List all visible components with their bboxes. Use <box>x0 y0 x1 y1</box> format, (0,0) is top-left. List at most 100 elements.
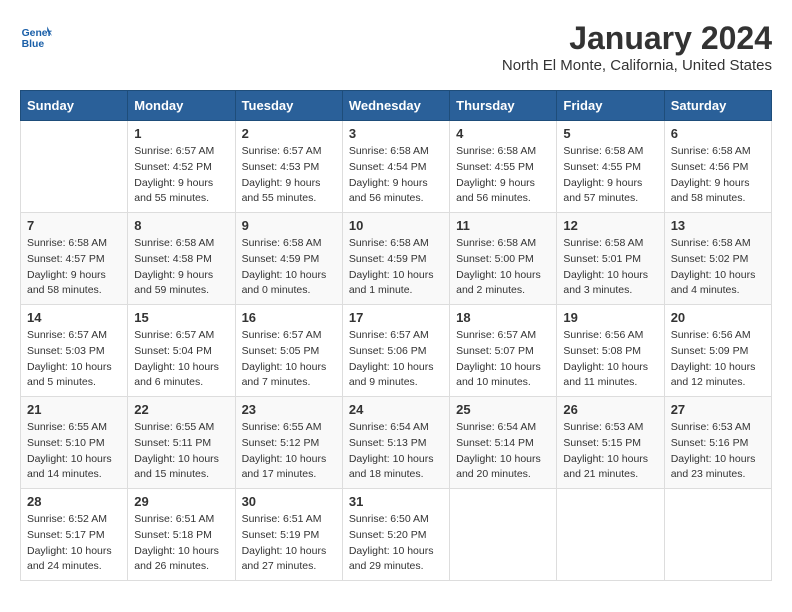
calendar-cell <box>664 489 771 581</box>
day-info: Sunrise: 6:56 AM Sunset: 5:09 PM Dayligh… <box>671 328 765 391</box>
day-header-sunday: Sunday <box>21 91 128 121</box>
day-number: 30 <box>242 494 336 509</box>
day-number: 7 <box>27 218 121 233</box>
calendar-cell: 5 Sunrise: 6:58 AM Sunset: 4:55 PM Daylig… <box>557 121 664 213</box>
day-number: 2 <box>242 126 336 141</box>
calendar-table: SundayMondayTuesdayWednesdayThursdayFrid… <box>20 90 772 581</box>
calendar-cell: 23Sunrise: 6:55 AM Sunset: 5:12 PM Dayli… <box>235 397 342 489</box>
day-number: 1 <box>134 126 228 141</box>
calendar-cell <box>21 121 128 213</box>
calendar-cell: 29 Sunrise: 6:51 AM Sunset: 5:18 PM Dayli… <box>128 489 235 581</box>
day-header-thursday: Thursday <box>450 91 557 121</box>
day-info: Sunrise: 6:53 AM Sunset: 5:16 PM Dayligh… <box>671 420 765 483</box>
calendar-cell: 31 Sunrise: 6:50 AM Sunset: 5:20 PM Dayli… <box>342 489 449 581</box>
calendar-cell: 16 Sunrise: 6:57 AM Sunset: 5:05 PM Dayli… <box>235 305 342 397</box>
day-number: 14 <box>27 310 121 325</box>
logo-icon: General Blue <box>20 20 52 52</box>
calendar-cell: 3Sunrise: 6:58 AM Sunset: 4:54 PM Daylig… <box>342 121 449 213</box>
calendar-cell: 30 Sunrise: 6:51 AM Sunset: 5:19 PM Dayli… <box>235 489 342 581</box>
day-info: Sunrise: 6:54 AM Sunset: 5:13 PM Dayligh… <box>349 420 443 483</box>
day-number: 6 <box>671 126 765 141</box>
calendar-cell: 6 Sunrise: 6:58 AM Sunset: 4:56 PM Daylig… <box>664 121 771 213</box>
calendar-cell: 20 Sunrise: 6:56 AM Sunset: 5:09 PM Dayli… <box>664 305 771 397</box>
day-number: 20 <box>671 310 765 325</box>
day-header-saturday: Saturday <box>664 91 771 121</box>
calendar-week-1: 1 Sunrise: 6:57 AM Sunset: 4:52 PM Daylig… <box>21 121 772 213</box>
day-number: 23 <box>242 402 336 417</box>
day-info: Sunrise: 6:57 AM Sunset: 5:05 PM Dayligh… <box>242 328 336 391</box>
calendar-cell: 8 Sunrise: 6:58 AM Sunset: 4:58 PM Daylig… <box>128 213 235 305</box>
day-number: 15 <box>134 310 228 325</box>
calendar-cell: 15 Sunrise: 6:57 AM Sunset: 5:04 PM Dayli… <box>128 305 235 397</box>
calendar-cell: 18Sunrise: 6:57 AM Sunset: 5:07 PM Dayli… <box>450 305 557 397</box>
day-info: Sunrise: 6:57 AM Sunset: 5:07 PM Dayligh… <box>456 328 550 391</box>
day-info: Sunrise: 6:51 AM Sunset: 5:18 PM Dayligh… <box>134 512 228 575</box>
calendar-cell: 2 Sunrise: 6:57 AM Sunset: 4:53 PM Daylig… <box>235 121 342 213</box>
day-info: Sunrise: 6:58 AM Sunset: 4:54 PM Dayligh… <box>349 144 443 207</box>
calendar-cell: 11 Sunrise: 6:58 AM Sunset: 5:00 PM Dayli… <box>450 213 557 305</box>
day-info: Sunrise: 6:57 AM Sunset: 5:03 PM Dayligh… <box>27 328 121 391</box>
day-number: 12 <box>563 218 657 233</box>
page-title: January 2024 <box>502 20 772 57</box>
day-info: Sunrise: 6:55 AM Sunset: 5:10 PM Dayligh… <box>27 420 121 483</box>
calendar-cell: 14 Sunrise: 6:57 AM Sunset: 5:03 PM Dayli… <box>21 305 128 397</box>
calendar-cell: 7 Sunrise: 6:58 AM Sunset: 4:57 PM Daylig… <box>21 213 128 305</box>
day-info: Sunrise: 6:50 AM Sunset: 5:20 PM Dayligh… <box>349 512 443 575</box>
day-number: 31 <box>349 494 443 509</box>
day-info: Sunrise: 6:58 AM Sunset: 4:59 PM Dayligh… <box>242 236 336 299</box>
calendar-cell <box>450 489 557 581</box>
day-number: 5 <box>563 126 657 141</box>
calendar-cell: 25 Sunrise: 6:54 AM Sunset: 5:14 PM Dayli… <box>450 397 557 489</box>
day-number: 29 <box>134 494 228 509</box>
calendar-cell: 10Sunrise: 6:58 AM Sunset: 4:59 PM Dayli… <box>342 213 449 305</box>
day-number: 19 <box>563 310 657 325</box>
calendar-week-2: 7 Sunrise: 6:58 AM Sunset: 4:57 PM Daylig… <box>21 213 772 305</box>
calendar-cell: 22 Sunrise: 6:55 AM Sunset: 5:11 PM Dayli… <box>128 397 235 489</box>
calendar-cell: 24Sunrise: 6:54 AM Sunset: 5:13 PM Dayli… <box>342 397 449 489</box>
page-header: General Blue January 2024 North El Monte… <box>20 20 772 74</box>
page-subtitle: North El Monte, California, United State… <box>502 57 772 74</box>
day-info: Sunrise: 6:58 AM Sunset: 4:57 PM Dayligh… <box>27 236 121 299</box>
calendar-cell: 1 Sunrise: 6:57 AM Sunset: 4:52 PM Daylig… <box>128 121 235 213</box>
day-header-wednesday: Wednesday <box>342 91 449 121</box>
day-info: Sunrise: 6:58 AM Sunset: 5:00 PM Dayligh… <box>456 236 550 299</box>
calendar-cell: 21Sunrise: 6:55 AM Sunset: 5:10 PM Dayli… <box>21 397 128 489</box>
day-info: Sunrise: 6:57 AM Sunset: 5:06 PM Dayligh… <box>349 328 443 391</box>
day-number: 26 <box>563 402 657 417</box>
day-info: Sunrise: 6:52 AM Sunset: 5:17 PM Dayligh… <box>27 512 121 575</box>
day-info: Sunrise: 6:58 AM Sunset: 4:59 PM Dayligh… <box>349 236 443 299</box>
title-block: January 2024 North El Monte, California,… <box>502 20 772 74</box>
calendar-cell <box>557 489 664 581</box>
day-number: 22 <box>134 402 228 417</box>
day-number: 4 <box>456 126 550 141</box>
day-info: Sunrise: 6:58 AM Sunset: 4:55 PM Dayligh… <box>563 144 657 207</box>
day-info: Sunrise: 6:53 AM Sunset: 5:15 PM Dayligh… <box>563 420 657 483</box>
day-info: Sunrise: 6:51 AM Sunset: 5:19 PM Dayligh… <box>242 512 336 575</box>
day-number: 27 <box>671 402 765 417</box>
day-number: 11 <box>456 218 550 233</box>
day-info: Sunrise: 6:55 AM Sunset: 5:11 PM Dayligh… <box>134 420 228 483</box>
day-info: Sunrise: 6:58 AM Sunset: 4:55 PM Dayligh… <box>456 144 550 207</box>
day-number: 16 <box>242 310 336 325</box>
calendar-week-4: 21Sunrise: 6:55 AM Sunset: 5:10 PM Dayli… <box>21 397 772 489</box>
calendar-cell: 26 Sunrise: 6:53 AM Sunset: 5:15 PM Dayli… <box>557 397 664 489</box>
day-number: 13 <box>671 218 765 233</box>
calendar-cell: 17Sunrise: 6:57 AM Sunset: 5:06 PM Dayli… <box>342 305 449 397</box>
day-info: Sunrise: 6:58 AM Sunset: 4:56 PM Dayligh… <box>671 144 765 207</box>
day-info: Sunrise: 6:57 AM Sunset: 4:52 PM Dayligh… <box>134 144 228 207</box>
day-info: Sunrise: 6:57 AM Sunset: 5:04 PM Dayligh… <box>134 328 228 391</box>
day-info: Sunrise: 6:58 AM Sunset: 5:02 PM Dayligh… <box>671 236 765 299</box>
calendar-week-3: 14 Sunrise: 6:57 AM Sunset: 5:03 PM Dayli… <box>21 305 772 397</box>
svg-text:Blue: Blue <box>22 39 45 50</box>
day-number: 9 <box>242 218 336 233</box>
day-number: 25 <box>456 402 550 417</box>
day-info: Sunrise: 6:54 AM Sunset: 5:14 PM Dayligh… <box>456 420 550 483</box>
day-info: Sunrise: 6:58 AM Sunset: 5:01 PM Dayligh… <box>563 236 657 299</box>
day-number: 8 <box>134 218 228 233</box>
day-info: Sunrise: 6:58 AM Sunset: 4:58 PM Dayligh… <box>134 236 228 299</box>
calendar-cell: 4 Sunrise: 6:58 AM Sunset: 4:55 PM Daylig… <box>450 121 557 213</box>
calendar-cell: 28Sunrise: 6:52 AM Sunset: 5:17 PM Dayli… <box>21 489 128 581</box>
calendar-cell: 27 Sunrise: 6:53 AM Sunset: 5:16 PM Dayli… <box>664 397 771 489</box>
days-header-row: SundayMondayTuesdayWednesdayThursdayFrid… <box>21 91 772 121</box>
day-info: Sunrise: 6:57 AM Sunset: 4:53 PM Dayligh… <box>242 144 336 207</box>
